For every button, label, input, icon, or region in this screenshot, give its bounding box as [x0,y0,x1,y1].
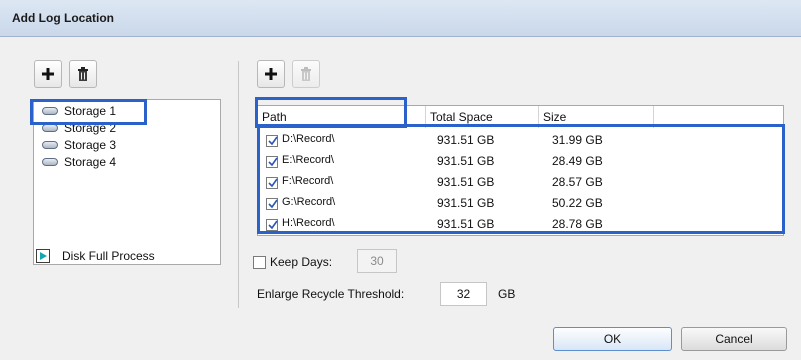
enlarge-recycle-input[interactable]: 32 [440,282,487,306]
delete-storage-button[interactable] [69,60,97,88]
keep-days-input[interactable]: 30 [357,249,397,273]
disk-icon [42,141,58,149]
enlarge-recycle-label: Enlarge Recycle Threshold: [257,287,405,301]
disk-icon [42,124,58,132]
enlarge-recycle-unit: GB [498,287,516,301]
trash-icon [301,67,311,81]
disk-icon [42,158,58,166]
plus-icon [265,68,277,80]
dialog-body: Storage 1 Storage 2 Storage 3 Storage 4 … [0,37,801,360]
storage-item-4[interactable]: Storage 4 [42,154,116,170]
trash-icon [78,67,88,81]
ok-button[interactable]: OK [553,327,672,351]
title-bar: Add Log Location [0,0,801,37]
storage-item-3[interactable]: Storage 3 [42,137,116,153]
delete-path-button[interactable] [292,60,320,88]
rows-highlight-box [257,124,785,234]
window-title: Add Log Location [12,11,114,25]
storage-item-label: Storage 4 [64,155,117,169]
cancel-button[interactable]: Cancel [681,327,787,351]
vertical-divider [238,61,239,308]
add-path-button[interactable] [257,60,285,88]
keep-days-checkbox[interactable] [253,256,266,269]
storage-highlight-box [30,99,147,125]
storage-item-label: Storage 3 [64,138,117,152]
add-storage-button[interactable] [34,60,62,88]
disk-full-process-icon[interactable] [36,249,50,263]
disk-full-process-label: Disk Full Process [62,249,155,263]
keep-days-label: Keep Days: [270,255,333,269]
plus-icon [42,68,54,80]
